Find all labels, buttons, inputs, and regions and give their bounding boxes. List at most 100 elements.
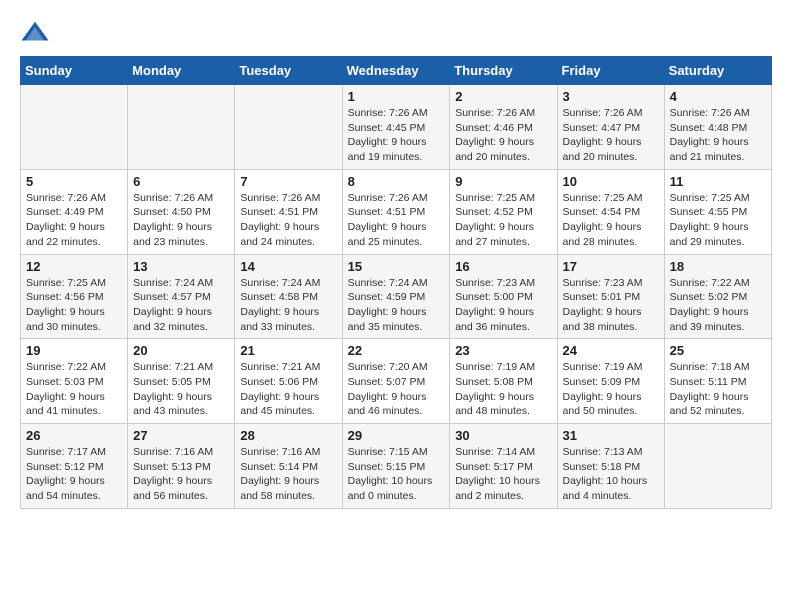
day-info: Sunrise: 7:24 AM Sunset: 4:57 PM Dayligh…	[133, 276, 229, 335]
calendar-cell: 26 Sunrise: 7:17 AM Sunset: 5:12 PM Dayli…	[21, 424, 128, 509]
day-number: 11	[670, 174, 766, 189]
day-number: 18	[670, 259, 766, 274]
calendar-cell: 9 Sunrise: 7:25 AM Sunset: 4:52 PM Daylig…	[450, 169, 557, 254]
day-info: Sunrise: 7:25 AM Sunset: 4:56 PM Dayligh…	[26, 276, 122, 335]
day-number: 23	[455, 343, 551, 358]
weekday-wednesday: Wednesday	[342, 57, 450, 85]
day-number: 22	[348, 343, 445, 358]
day-number: 4	[670, 89, 766, 104]
day-info: Sunrise: 7:17 AM Sunset: 5:12 PM Dayligh…	[26, 445, 122, 504]
calendar-cell: 11 Sunrise: 7:25 AM Sunset: 4:55 PM Dayli…	[664, 169, 771, 254]
day-info: Sunrise: 7:25 AM Sunset: 4:55 PM Dayligh…	[670, 191, 766, 250]
day-info: Sunrise: 7:25 AM Sunset: 4:52 PM Dayligh…	[455, 191, 551, 250]
calendar-cell: 27 Sunrise: 7:16 AM Sunset: 5:13 PM Dayli…	[128, 424, 235, 509]
day-info: Sunrise: 7:21 AM Sunset: 5:05 PM Dayligh…	[133, 360, 229, 419]
day-number: 12	[26, 259, 122, 274]
weekday-header-row: SundayMondayTuesdayWednesdayThursdayFrid…	[21, 57, 772, 85]
day-number: 25	[670, 343, 766, 358]
calendar-cell: 1 Sunrise: 7:26 AM Sunset: 4:45 PM Daylig…	[342, 85, 450, 170]
calendar-cell: 24 Sunrise: 7:19 AM Sunset: 5:09 PM Dayli…	[557, 339, 664, 424]
day-number: 24	[563, 343, 659, 358]
logo-icon	[20, 18, 50, 48]
calendar-cell: 12 Sunrise: 7:25 AM Sunset: 4:56 PM Dayli…	[21, 254, 128, 339]
logo	[20, 18, 52, 48]
calendar-cell: 25 Sunrise: 7:18 AM Sunset: 5:11 PM Dayli…	[664, 339, 771, 424]
calendar-cell: 31Sunrise: 7:13 AM Sunset: 5:18 PM Dayli…	[557, 424, 664, 509]
calendar-cell	[664, 424, 771, 509]
day-number: 6	[133, 174, 229, 189]
day-number: 21	[240, 343, 336, 358]
day-number: 29	[348, 428, 445, 443]
day-info: Sunrise: 7:19 AM Sunset: 5:09 PM Dayligh…	[563, 360, 659, 419]
day-info: Sunrise: 7:24 AM Sunset: 4:58 PM Dayligh…	[240, 276, 336, 335]
calendar-cell: 8Sunrise: 7:26 AM Sunset: 4:51 PM Daylig…	[342, 169, 450, 254]
calendar-cell: 29Sunrise: 7:15 AM Sunset: 5:15 PM Dayli…	[342, 424, 450, 509]
calendar-cell: 5Sunrise: 7:26 AM Sunset: 4:49 PM Daylig…	[21, 169, 128, 254]
day-info: Sunrise: 7:18 AM Sunset: 5:11 PM Dayligh…	[670, 360, 766, 419]
day-info: Sunrise: 7:19 AM Sunset: 5:08 PM Dayligh…	[455, 360, 551, 419]
day-info: Sunrise: 7:21 AM Sunset: 5:06 PM Dayligh…	[240, 360, 336, 419]
day-info: Sunrise: 7:26 AM Sunset: 4:49 PM Dayligh…	[26, 191, 122, 250]
day-info: Sunrise: 7:23 AM Sunset: 5:00 PM Dayligh…	[455, 276, 551, 335]
calendar-week-row: 19 Sunrise: 7:22 AM Sunset: 5:03 PM Dayli…	[21, 339, 772, 424]
calendar-cell: 14 Sunrise: 7:24 AM Sunset: 4:58 PM Dayli…	[235, 254, 342, 339]
calendar-cell: 15 Sunrise: 7:24 AM Sunset: 4:59 PM Dayli…	[342, 254, 450, 339]
day-number: 1	[348, 89, 445, 104]
day-info: Sunrise: 7:26 AM Sunset: 4:45 PM Dayligh…	[348, 106, 445, 165]
day-number: 27	[133, 428, 229, 443]
day-number: 31	[563, 428, 659, 443]
day-info: Sunrise: 7:26 AM Sunset: 4:51 PM Dayligh…	[240, 191, 336, 250]
weekday-monday: Monday	[128, 57, 235, 85]
calendar-cell	[21, 85, 128, 170]
day-number: 13	[133, 259, 229, 274]
day-number: 14	[240, 259, 336, 274]
day-number: 17	[563, 259, 659, 274]
day-number: 19	[26, 343, 122, 358]
day-info: Sunrise: 7:22 AM Sunset: 5:03 PM Dayligh…	[26, 360, 122, 419]
day-info: Sunrise: 7:26 AM Sunset: 4:46 PM Dayligh…	[455, 106, 551, 165]
calendar-cell: 20 Sunrise: 7:21 AM Sunset: 5:05 PM Dayli…	[128, 339, 235, 424]
calendar-cell: 23 Sunrise: 7:19 AM Sunset: 5:08 PM Dayli…	[450, 339, 557, 424]
calendar-table: SundayMondayTuesdayWednesdayThursdayFrid…	[20, 56, 772, 509]
day-number: 3	[563, 89, 659, 104]
calendar-cell: 2 Sunrise: 7:26 AM Sunset: 4:46 PM Daylig…	[450, 85, 557, 170]
calendar-cell: 10 Sunrise: 7:25 AM Sunset: 4:54 PM Dayli…	[557, 169, 664, 254]
day-number: 28	[240, 428, 336, 443]
day-number: 15	[348, 259, 445, 274]
day-number: 7	[240, 174, 336, 189]
day-info: Sunrise: 7:26 AM Sunset: 4:47 PM Dayligh…	[563, 106, 659, 165]
day-number: 9	[455, 174, 551, 189]
calendar-cell: 17Sunrise: 7:23 AM Sunset: 5:01 PM Dayli…	[557, 254, 664, 339]
day-number: 26	[26, 428, 122, 443]
weekday-tuesday: Tuesday	[235, 57, 342, 85]
day-number: 2	[455, 89, 551, 104]
day-info: Sunrise: 7:26 AM Sunset: 4:51 PM Dayligh…	[348, 191, 445, 250]
weekday-friday: Friday	[557, 57, 664, 85]
calendar-cell: 16 Sunrise: 7:23 AM Sunset: 5:00 PM Dayli…	[450, 254, 557, 339]
weekday-sunday: Sunday	[21, 57, 128, 85]
day-info: Sunrise: 7:26 AM Sunset: 4:50 PM Dayligh…	[133, 191, 229, 250]
day-number: 10	[563, 174, 659, 189]
calendar-cell: 21 Sunrise: 7:21 AM Sunset: 5:06 PM Dayli…	[235, 339, 342, 424]
day-info: Sunrise: 7:26 AM Sunset: 4:48 PM Dayligh…	[670, 106, 766, 165]
calendar-cell: 13 Sunrise: 7:24 AM Sunset: 4:57 PM Dayli…	[128, 254, 235, 339]
calendar-cell: 30Sunrise: 7:14 AM Sunset: 5:17 PM Dayli…	[450, 424, 557, 509]
day-number: 20	[133, 343, 229, 358]
day-info: Sunrise: 7:16 AM Sunset: 5:14 PM Dayligh…	[240, 445, 336, 504]
day-info: Sunrise: 7:22 AM Sunset: 5:02 PM Dayligh…	[670, 276, 766, 335]
day-number: 30	[455, 428, 551, 443]
day-info: Sunrise: 7:20 AM Sunset: 5:07 PM Dayligh…	[348, 360, 445, 419]
header	[20, 18, 772, 48]
day-info: Sunrise: 7:25 AM Sunset: 4:54 PM Dayligh…	[563, 191, 659, 250]
calendar-week-row: 26 Sunrise: 7:17 AM Sunset: 5:12 PM Dayli…	[21, 424, 772, 509]
calendar-cell: 6 Sunrise: 7:26 AM Sunset: 4:50 PM Daylig…	[128, 169, 235, 254]
day-number: 16	[455, 259, 551, 274]
day-info: Sunrise: 7:24 AM Sunset: 4:59 PM Dayligh…	[348, 276, 445, 335]
calendar-cell: 3 Sunrise: 7:26 AM Sunset: 4:47 PM Daylig…	[557, 85, 664, 170]
calendar-week-row: 5Sunrise: 7:26 AM Sunset: 4:49 PM Daylig…	[21, 169, 772, 254]
calendar-cell: 18 Sunrise: 7:22 AM Sunset: 5:02 PM Dayli…	[664, 254, 771, 339]
weekday-saturday: Saturday	[664, 57, 771, 85]
calendar-cell: 22 Sunrise: 7:20 AM Sunset: 5:07 PM Dayli…	[342, 339, 450, 424]
day-info: Sunrise: 7:16 AM Sunset: 5:13 PM Dayligh…	[133, 445, 229, 504]
calendar-cell: 7 Sunrise: 7:26 AM Sunset: 4:51 PM Daylig…	[235, 169, 342, 254]
